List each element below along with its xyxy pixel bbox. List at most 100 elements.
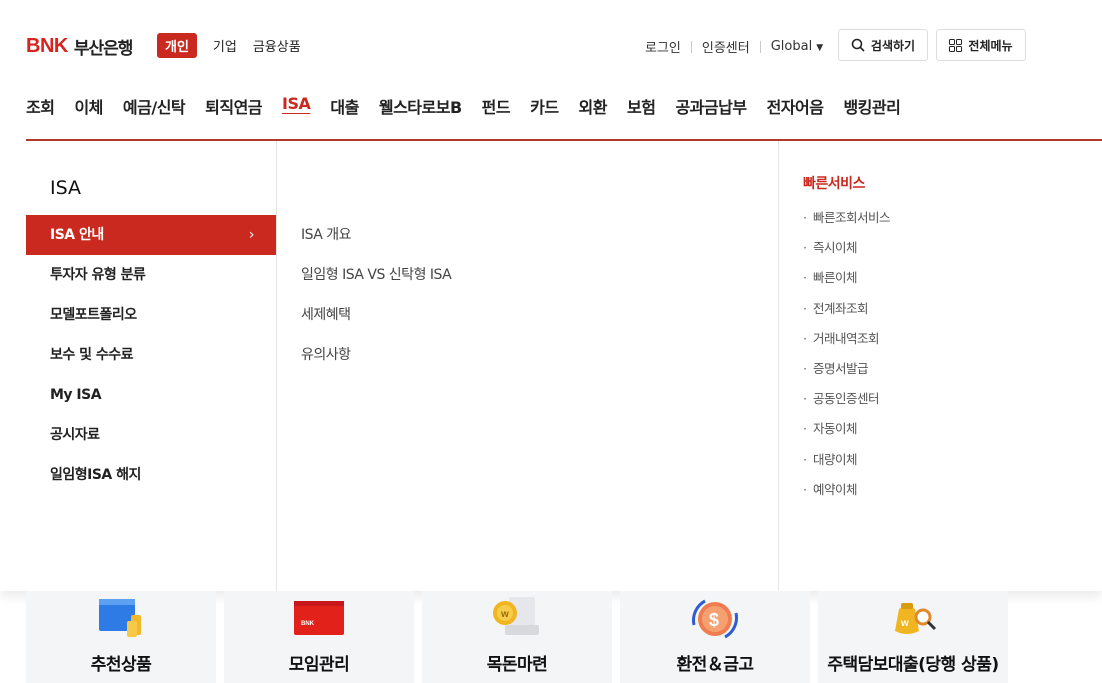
utility-links: 로그인 인증센터 Global ▼ <box>645 37 823 56</box>
quick-item-label: 자동이체 <box>813 421 858 437</box>
gnb-item-e-note[interactable]: 전자어음 <box>767 94 824 118</box>
segment-personal[interactable]: 개인 <box>157 33 197 58</box>
svg-text:w: w <box>900 618 909 629</box>
wallet-coins-icon <box>99 599 141 637</box>
bnk-card-icon: BNK <box>294 601 344 635</box>
search-button[interactable]: 검색하기 <box>838 29 928 61</box>
divider <box>276 141 277 591</box>
money-bag-search-icon: w <box>895 603 937 634</box>
lnb-item-disclosure[interactable]: 공시자료 <box>26 415 276 455</box>
isa-side-menu: ISA ISA 안내 › 투자자 유형 분류 모델포트폴리오 보수 및 수수료 M… <box>26 141 276 591</box>
quick-item-label: 즉시이체 <box>813 240 858 256</box>
gnb-item-card[interactable]: 카드 <box>530 94 559 118</box>
quick-item[interactable]: · 예약이체 <box>803 475 890 505</box>
isa-dropdown-panel: ISA ISA 안내 › 투자자 유형 분류 모델포트폴리오 보수 및 수수료 M… <box>0 141 1102 591</box>
global-dropdown[interactable]: Global ▼ <box>771 39 823 54</box>
sub-item-overview[interactable]: ISA 개요 <box>301 215 451 255</box>
quick-item-label: 증명서발급 <box>813 360 869 376</box>
svg-text:w: w <box>500 609 509 620</box>
lnb-item-model-portfolio[interactable]: 모델포트폴리오 <box>26 295 276 335</box>
page: BNK 부산은행 개인 기업 금융상품 로그인 인증센터 Global ▼ 검색하… <box>0 0 1102 683</box>
gnb-item-isa[interactable]: ISA <box>282 94 311 118</box>
grid-icon <box>949 38 963 52</box>
lnb-item-cancel[interactable]: 일임형ISA 해지 <box>26 455 276 495</box>
chevron-right-icon: › <box>248 227 255 243</box>
shortcut-cards: 추천상품 BNK 모임관리 w 목돈마련 $ 환전＆금고 w 주택담보대출(당행… <box>26 591 1008 683</box>
quick-item[interactable]: · 전계좌조회 <box>803 294 890 324</box>
gnb-item-banking-mgmt[interactable]: 뱅킹관리 <box>843 94 900 118</box>
card-label: 목돈마련 <box>486 655 548 675</box>
quick-item[interactable]: · 증명서발급 <box>803 354 890 384</box>
card-recommended[interactable]: 추천상품 <box>26 591 216 683</box>
dollar-exchange-icon: $ <box>692 599 738 639</box>
lnb-item-fees[interactable]: 보수 및 수수료 <box>26 335 276 375</box>
lnb-item-isa-guide[interactable]: ISA 안내 › <box>26 215 276 255</box>
gnb-item-insurance[interactable]: 보험 <box>627 94 656 118</box>
card-label: 추천상품 <box>90 655 152 675</box>
caret-down-icon: ▼ <box>816 43 824 53</box>
quick-service-list: · 빠른조회서비스 · 즉시이체 · 빠른이체 · 전계좌조회 · 거래내역조회 · 증명서… <box>803 203 891 505</box>
svg-text:$: $ <box>709 610 719 630</box>
gnb-item-robo[interactable]: 웰스타로보B <box>379 94 462 118</box>
gnb-item-transfer[interactable]: 이체 <box>74 94 103 118</box>
logo-mark: BNK <box>26 35 68 57</box>
quick-item[interactable]: · 공동인증센터 <box>803 384 890 414</box>
gnb-item-fund[interactable]: 펀드 <box>482 94 511 118</box>
quick-item[interactable]: · 즉시이체 <box>803 233 890 263</box>
quick-item-label: 예약이체 <box>813 481 858 497</box>
header: BNK 부산은행 개인 기업 금융상품 로그인 인증센터 Global ▼ 검색하… <box>0 0 1102 80</box>
svg-text:BNK: BNK <box>301 621 315 627</box>
quick-item-label: 전계좌조회 <box>813 300 869 316</box>
quick-item[interactable]: · 빠른조회서비스 <box>803 203 891 233</box>
card-exchange[interactable]: $ 환전＆금고 <box>620 591 810 683</box>
lnb-item-investor-type[interactable]: 투자자 유형 분류 <box>26 255 276 295</box>
card-savings[interactable]: w 목돈마련 <box>422 591 612 683</box>
bnk-logo[interactable]: BNK 부산은행 <box>26 34 134 59</box>
sub-item-compare[interactable]: 일임형 ISA VS 신탁형 ISA <box>301 255 452 295</box>
gnb-item-forex[interactable]: 외환 <box>579 94 608 118</box>
quick-item[interactable]: · 자동이체 <box>803 414 890 444</box>
sub-item-tax-benefit[interactable]: 세제혜택 <box>301 295 451 335</box>
gnb-item-loan[interactable]: 대출 <box>330 94 359 118</box>
lnb-item-my-isa[interactable]: My ISA <box>26 375 276 415</box>
card-mortgage[interactable]: w 주택담보대출(당행 상품) <box>818 591 1008 683</box>
bullet-icon: · <box>803 360 807 376</box>
all-menu-label: 전체메뉴 <box>968 38 1013 53</box>
gnb-item-deposit[interactable]: 예금/신탁 <box>123 94 186 118</box>
panel-title: ISA <box>50 177 82 199</box>
quick-item[interactable]: · 대량이체 <box>803 445 890 475</box>
gnb-item-pension[interactable]: 퇴직연금 <box>205 94 262 118</box>
card-label: 모임관리 <box>288 655 350 675</box>
divider <box>778 141 779 591</box>
lnb-list: ISA 안내 › 투자자 유형 분류 모델포트폴리오 보수 및 수수료 My IS… <box>26 215 276 495</box>
segment-tabs: 개인 기업 금융상품 <box>157 33 301 58</box>
lnb-item-label: ISA 안내 <box>50 227 104 243</box>
bullet-icon: · <box>803 240 807 256</box>
sub-menu-list: ISA 개요 일임형 ISA VS 신탁형 ISA 세제혜택 유의사항 <box>301 215 452 375</box>
quick-service: 빠른서비스 · 빠른조회서비스 · 즉시이체 · 빠른이체 · 전계좌조회 · 거래내역조… <box>803 173 891 505</box>
gnb-item-inquiry[interactable]: 조회 <box>26 94 55 118</box>
bullet-icon: · <box>803 481 807 497</box>
sub-item-notice[interactable]: 유의사항 <box>301 335 451 375</box>
segment-products[interactable]: 금융상품 <box>253 36 301 55</box>
quick-item-label: 공동인증센터 <box>813 391 880 407</box>
divider <box>690 40 692 53</box>
bullet-icon: · <box>803 210 807 225</box>
bullet-icon: · <box>803 330 807 346</box>
gnb-item-bills[interactable]: 공과금납부 <box>675 94 747 118</box>
logo-name: 부산은행 <box>73 39 134 59</box>
all-menu-button[interactable]: 전체메뉴 <box>936 29 1026 61</box>
segment-corporate[interactable]: 기업 <box>213 36 237 55</box>
card-group-mgmt[interactable]: BNK 모임관리 <box>224 591 414 683</box>
quick-item[interactable]: · 거래내역조회 <box>803 324 890 354</box>
receipt-coin-icon: w <box>493 597 539 635</box>
login-link[interactable]: 로그인 <box>645 37 681 56</box>
bullet-icon: · <box>803 421 807 437</box>
quick-item-label: 빠른이체 <box>813 270 858 286</box>
quick-item[interactable]: · 빠른이체 <box>803 263 890 293</box>
main-nav: 조회 이체 예금/신탁 퇴직연금 ISA 대출 웰스타로보B 펀드 카드 외환 … <box>26 94 920 118</box>
global-label: Global <box>770 39 813 54</box>
bullet-icon: · <box>803 300 807 316</box>
search-icon <box>851 38 865 52</box>
cert-center-link[interactable]: 인증센터 <box>702 37 750 56</box>
